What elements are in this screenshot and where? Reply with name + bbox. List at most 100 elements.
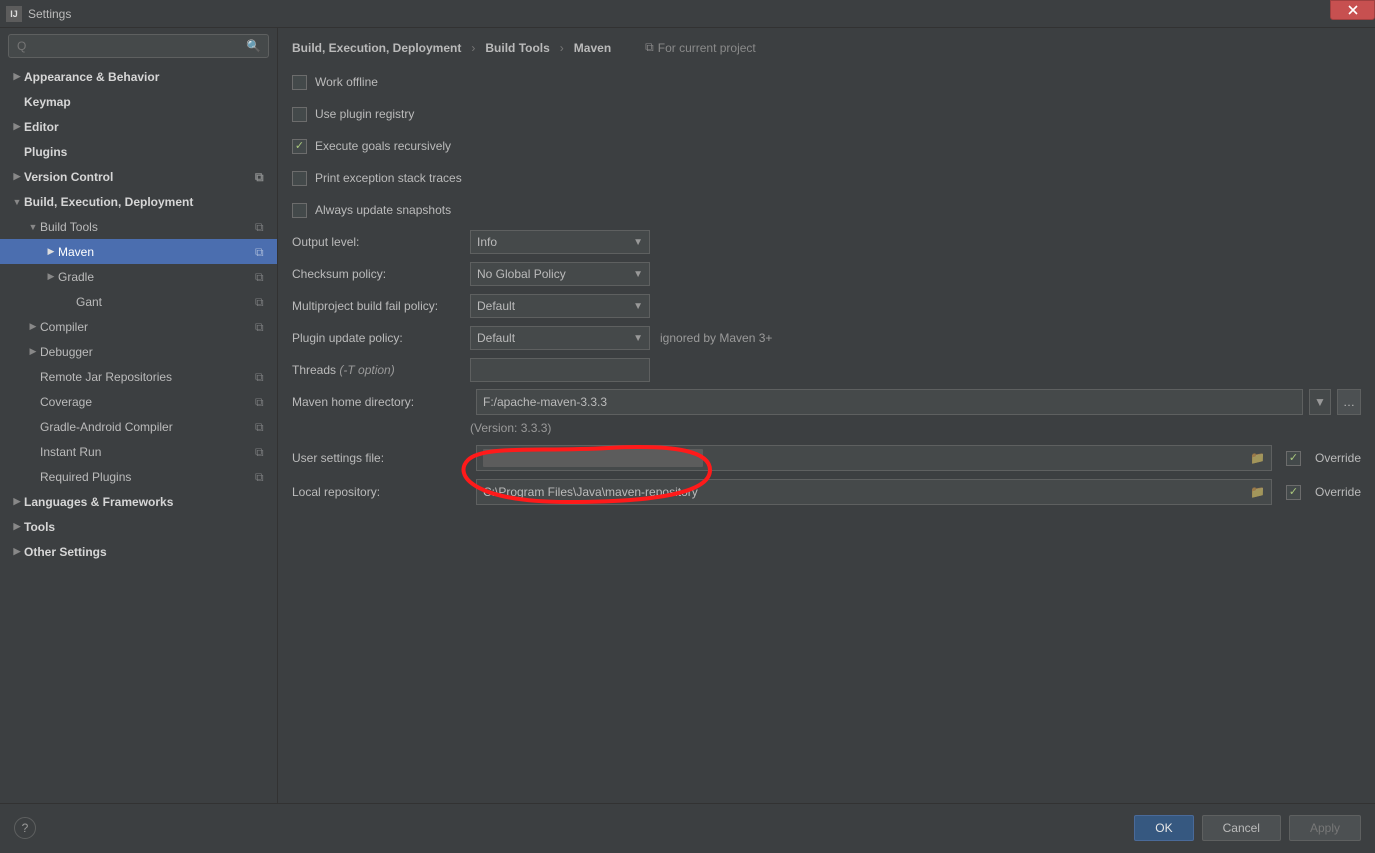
checkbox-always-update[interactable] — [292, 203, 307, 218]
checkbox-override-settings[interactable] — [1286, 451, 1301, 466]
sidebar-item-label: Editor — [24, 120, 277, 134]
apply-button[interactable]: Apply — [1289, 815, 1361, 841]
input-threads[interactable] — [470, 358, 650, 382]
copy-icon: ⧉ — [255, 445, 269, 459]
sidebar-item-other-settings[interactable]: ▶Other Settings — [0, 539, 277, 564]
maven-home-dropdown[interactable]: ▼ — [1309, 389, 1331, 415]
chevron-right-icon: ▶ — [10, 546, 24, 557]
input-maven-home[interactable]: F:/apache-maven-3.3.3 — [476, 389, 1303, 415]
sidebar-item-label: Tools — [24, 520, 277, 534]
chevron-right-icon: › — [471, 41, 475, 55]
help-button[interactable]: ? — [14, 817, 36, 839]
label-threads: Threads (-T option) — [292, 363, 470, 377]
label-override-repo: Override — [1315, 485, 1361, 499]
chevron-down-icon: ▼ — [633, 269, 643, 280]
checkbox-override-repo[interactable] — [1286, 485, 1301, 500]
sidebar-item-label: Languages & Frameworks — [24, 495, 277, 509]
sidebar-item-label: Compiler — [40, 320, 255, 334]
combobox-checksum[interactable]: No Global Policy▼ — [470, 262, 650, 286]
input-user-settings[interactable]: 📁 — [476, 445, 1272, 471]
sidebar-item-appearance-behavior[interactable]: ▶Appearance & Behavior — [0, 64, 277, 89]
checkbox-print-stack[interactable] — [292, 171, 307, 186]
sidebar-item-build-tools[interactable]: ▼Build Tools⧉ — [0, 214, 277, 239]
copy-icon: ⧉ — [255, 395, 269, 409]
maven-home-browse[interactable]: … — [1337, 389, 1361, 415]
crumb-2[interactable]: Build Tools — [485, 41, 549, 55]
chevron-right-icon: ▶ — [10, 171, 24, 182]
sidebar-item-editor[interactable]: ▶Editor — [0, 114, 277, 139]
label-plugin-update: Plugin update policy: — [292, 331, 470, 345]
sidebar-item-instant-run[interactable]: Instant Run⧉ — [0, 439, 277, 464]
folder-icon[interactable]: 📁 — [1250, 485, 1265, 499]
sidebar-item-languages-frameworks[interactable]: ▶Languages & Frameworks — [0, 489, 277, 514]
sidebar-item-version-control[interactable]: ▶Version Control⧉ — [0, 164, 277, 189]
sidebar-item-label: Build, Execution, Deployment — [24, 195, 277, 209]
project-scope-hint: ⧉ For current project — [645, 40, 756, 55]
sidebar-item-remote-jar-repositories[interactable]: Remote Jar Repositories⧉ — [0, 364, 277, 389]
chevron-down-icon: ▼ — [633, 333, 643, 344]
sidebar-item-debugger[interactable]: ▶Debugger — [0, 339, 277, 364]
label-override-settings: Override — [1315, 451, 1361, 465]
ok-button[interactable]: OK — [1134, 815, 1193, 841]
help-icon: ? — [22, 821, 29, 835]
checkbox-plugin-registry[interactable] — [292, 107, 307, 122]
sidebar-item-tools[interactable]: ▶Tools — [0, 514, 277, 539]
label-always-update: Always update snapshots — [315, 203, 451, 217]
chevron-right-icon: ▶ — [44, 246, 58, 257]
chevron-right-icon: ▶ — [26, 346, 40, 357]
chevron-down-icon: ▼ — [633, 301, 643, 312]
checkbox-execute-goals[interactable] — [292, 139, 307, 154]
sidebar-item-gradle[interactable]: ▶Gradle⧉ — [0, 264, 277, 289]
label-output-level: Output level: — [292, 235, 470, 249]
copy-icon: ⧉ — [255, 270, 269, 284]
copy-icon: ⧉ — [255, 170, 269, 184]
sidebar-item-gant[interactable]: Gant⧉ — [0, 289, 277, 314]
sidebar-item-label: Build Tools — [40, 220, 255, 234]
sidebar-item-label: Gradle — [58, 270, 255, 284]
copy-icon: ⧉ — [255, 295, 269, 309]
main-panel: Build, Execution, Deployment › Build Too… — [278, 28, 1375, 803]
label-checksum: Checksum policy: — [292, 267, 470, 281]
folder-icon[interactable]: 📁 — [1250, 451, 1265, 465]
chevron-down-icon: ▼ — [633, 237, 643, 248]
sidebar-item-required-plugins[interactable]: Required Plugins⧉ — [0, 464, 277, 489]
sidebar-item-label: Maven — [58, 245, 255, 259]
chevron-right-icon: ▶ — [44, 271, 58, 282]
chevron-down-icon: ▼ — [1314, 395, 1326, 409]
sidebar-item-build-execution-deployment[interactable]: ▼Build, Execution, Deployment — [0, 189, 277, 214]
chevron-right-icon: ▶ — [10, 71, 24, 82]
label-multiproject: Multiproject build fail policy: — [292, 299, 470, 313]
copy-icon: ⧉ — [255, 470, 269, 484]
combobox-multiproject[interactable]: Default▼ — [470, 294, 650, 318]
sidebar-item-compiler[interactable]: ▶Compiler⧉ — [0, 314, 277, 339]
sidebar-item-label: Keymap — [24, 95, 277, 109]
sidebar-item-maven[interactable]: ▶Maven⧉ — [0, 239, 277, 264]
checkbox-work-offline[interactable] — [292, 75, 307, 90]
chevron-down-icon: ▼ — [26, 222, 40, 232]
chevron-right-icon: ▶ — [10, 521, 24, 532]
obscured-path — [483, 449, 703, 467]
crumb-3[interactable]: Maven — [574, 41, 611, 55]
ellipsis-icon: … — [1343, 395, 1355, 409]
label-plugin-registry: Use plugin registry — [315, 107, 414, 121]
sidebar-item-coverage[interactable]: Coverage⧉ — [0, 389, 277, 414]
maven-version-hint: (Version: 3.3.3) — [470, 421, 1361, 435]
chevron-right-icon: › — [560, 41, 564, 55]
combobox-output-level[interactable]: Info▼ — [470, 230, 650, 254]
close-button[interactable] — [1330, 0, 1375, 20]
input-local-repo[interactable]: C:\Program Files\Java\maven-repository 📁 — [476, 479, 1272, 505]
copy-icon: ⧉ — [255, 320, 269, 334]
search-input[interactable] — [8, 34, 269, 58]
label-work-offline: Work offline — [315, 75, 378, 89]
sidebar-item-gradle-android-compiler[interactable]: Gradle-Android Compiler⧉ — [0, 414, 277, 439]
cancel-button[interactable]: Cancel — [1202, 815, 1281, 841]
sidebar-item-plugins[interactable]: Plugins — [0, 139, 277, 164]
crumb-1[interactable]: Build, Execution, Deployment — [292, 41, 461, 55]
sidebar: 🔍 ▶Appearance & BehaviorKeymap▶EditorPlu… — [0, 28, 278, 803]
window-title: Settings — [28, 7, 71, 21]
label-execute-goals: Execute goals recursively — [315, 139, 451, 153]
combobox-plugin-update[interactable]: Default▼ — [470, 326, 650, 350]
sidebar-item-keymap[interactable]: Keymap — [0, 89, 277, 114]
label-local-repo: Local repository: — [292, 485, 470, 499]
sidebar-item-label: Version Control — [24, 170, 255, 184]
